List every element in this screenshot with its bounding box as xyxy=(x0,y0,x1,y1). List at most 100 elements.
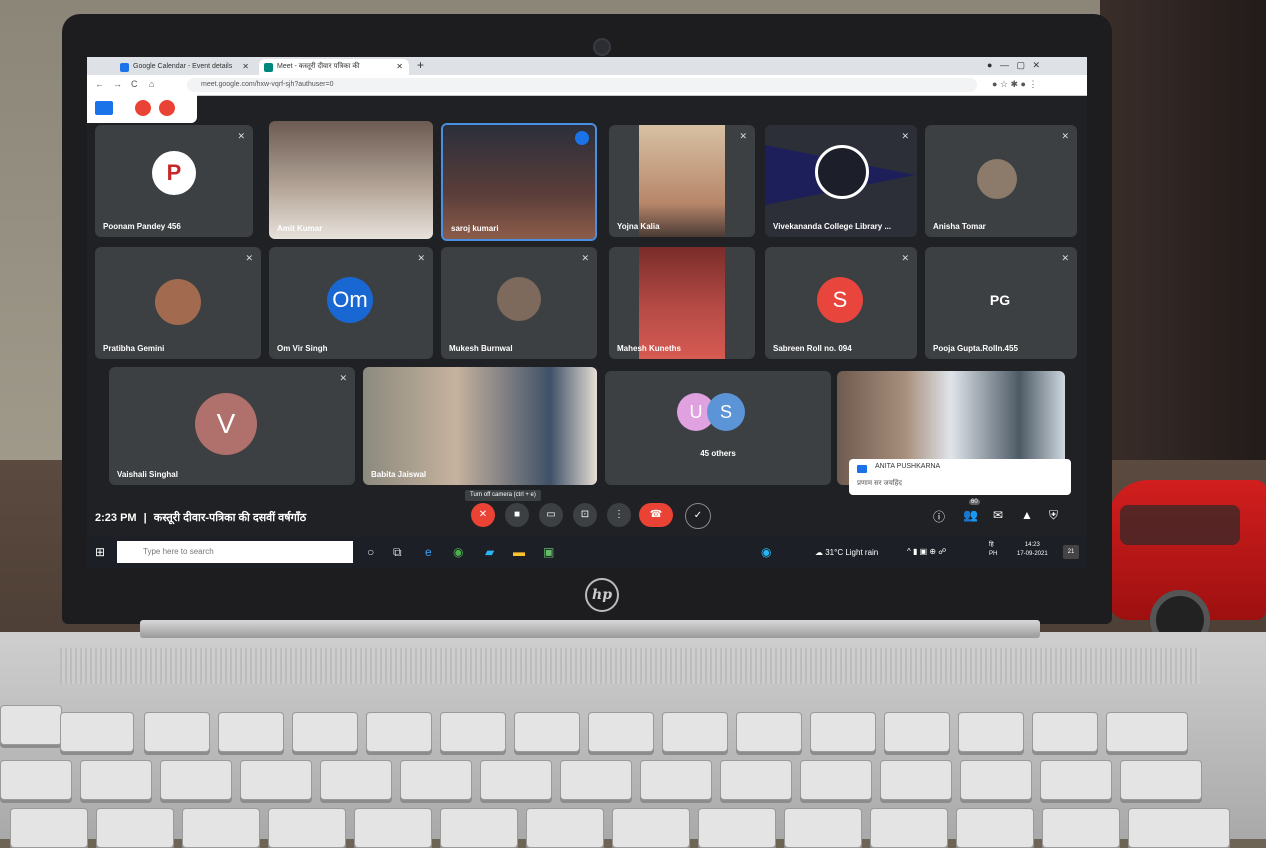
key xyxy=(560,760,632,800)
participant-tile[interactable]: Babita Jaiswal xyxy=(363,367,597,485)
background-wall xyxy=(1100,0,1266,500)
key xyxy=(640,760,712,800)
language-indicator[interactable]: हि PH xyxy=(989,541,997,559)
record-icon[interactable] xyxy=(135,100,151,116)
tab-label: Google Calendar - Event details xyxy=(133,63,233,70)
key xyxy=(1042,808,1120,848)
key xyxy=(720,760,792,800)
extensions-icon[interactable]: ● ☆ ✱ ● ⋮ xyxy=(992,79,1037,90)
stop-icon[interactable] xyxy=(159,100,175,116)
key xyxy=(1128,808,1230,848)
chat-icon[interactable]: ✉ xyxy=(993,508,1003,522)
participant-tile[interactable]: Amit Kumar xyxy=(269,121,433,239)
tab-label: Meet - कस्तूरी दीवार पत्रिका की xyxy=(277,63,360,70)
file-explorer-icon[interactable]: ▬ xyxy=(513,545,525,559)
host-controls-icon[interactable]: ⛨ xyxy=(1049,508,1058,523)
tab-google-calendar[interactable]: Google Calendar - Event details ✕ xyxy=(115,59,255,75)
key xyxy=(960,760,1032,800)
new-tab-button[interactable]: + xyxy=(417,58,424,72)
tray-app-icon[interactable]: ◉ xyxy=(761,545,771,559)
app-icon[interactable]: ▣ xyxy=(543,545,554,559)
participant-tile-speaking[interactable]: saroj kumari xyxy=(441,123,597,241)
participant-name: Sabreen Roll no. 094 xyxy=(773,344,852,353)
mic-off-icon: ✕ xyxy=(237,131,245,141)
clock[interactable]: 14:23 17-09-2021 xyxy=(1017,541,1048,559)
participant-tile[interactable]: Mahesh Kuneths xyxy=(609,247,755,359)
key xyxy=(354,808,432,848)
presenter-icon[interactable] xyxy=(95,101,113,115)
camera-button[interactable]: ■ xyxy=(505,503,529,527)
more-options-button[interactable]: ⋮ xyxy=(607,503,631,527)
others-tile[interactable]: U S 45 others xyxy=(605,371,831,485)
video-feed xyxy=(639,125,725,237)
participant-name: Om Vir Singh xyxy=(277,344,328,353)
notification-center-icon[interactable]: 21 xyxy=(1063,545,1079,559)
laptop-hinge xyxy=(140,620,1040,638)
key xyxy=(736,712,802,752)
key xyxy=(870,808,948,848)
mic-off-icon: ✕ xyxy=(417,253,425,263)
taskbar-search-input[interactable]: Type here to search xyxy=(117,541,353,563)
key xyxy=(884,712,950,752)
participant-tile[interactable]: S ✕ Sabreen Roll no. 094 xyxy=(765,247,917,359)
close-icon[interactable]: ✕ xyxy=(396,59,403,75)
participant-tile[interactable]: PG ✕ Pooja Gupta.Rolln.455 xyxy=(925,247,1077,359)
participant-tile[interactable]: ✕ Mukesh Burnwal xyxy=(441,247,597,359)
end-call-button[interactable]: ☎ xyxy=(639,503,673,527)
present-button[interactable]: ⊡ xyxy=(573,503,597,527)
chrome-icon[interactable]: ◉ xyxy=(453,545,463,559)
home-icon[interactable]: ⌂ xyxy=(149,79,154,89)
video-feed xyxy=(443,125,595,239)
mic-off-icon: ✕ xyxy=(739,131,747,141)
task-view-icon[interactable]: ⧉ xyxy=(393,545,402,560)
info-icon[interactable]: ⓘ xyxy=(933,508,945,525)
participant-tile[interactable]: ✕ Yojna Kalia xyxy=(609,125,755,237)
cortana-icon[interactable]: ○ xyxy=(367,545,374,559)
mic-off-button[interactable]: ✕ xyxy=(471,503,495,527)
participant-name: Poonam Pandey 456 xyxy=(103,222,181,231)
participant-name: Vaishali Singhal xyxy=(117,470,178,479)
key xyxy=(800,760,872,800)
participant-tile[interactable]: P ✕ Poonam Pandey 456 xyxy=(95,125,253,237)
back-icon[interactable]: ← xyxy=(95,79,104,89)
meet-icon xyxy=(264,63,273,72)
captions-button[interactable]: ▭ xyxy=(539,503,563,527)
mic-off-icon: ✕ xyxy=(901,253,909,263)
participant-tile[interactable]: ✕ Anisha Tomar xyxy=(925,125,1077,237)
chat-notification[interactable]: ANITA PUSHKARNA प्रणाम सर जयहिंद xyxy=(849,459,1071,495)
check-button[interactable]: ✓ xyxy=(685,503,711,529)
people-icon[interactable]: 👥 xyxy=(963,508,978,522)
weather-text: 31°C Light rain xyxy=(825,548,879,557)
edge-icon[interactable]: e xyxy=(425,545,432,559)
windows-start-icon[interactable]: ⊞ xyxy=(95,545,105,559)
search-placeholder: Type here to search xyxy=(143,547,214,556)
activities-icon[interactable]: ▲ xyxy=(1021,508,1033,522)
key xyxy=(160,760,232,800)
chat-sender: ANITA PUSHKARNA xyxy=(875,463,941,470)
participant-avatar xyxy=(155,279,201,325)
store-icon[interactable]: ▰ xyxy=(485,545,494,559)
key xyxy=(240,760,312,800)
forward-icon[interactable]: → xyxy=(113,79,122,89)
weather-widget[interactable]: ☁ 31°C Light rain xyxy=(815,548,878,557)
participant-tile[interactable]: Om ✕ Om Vir Singh xyxy=(269,247,433,359)
tray-icons[interactable]: ^ ▮ ▣ ⊕ ☍ xyxy=(907,547,946,556)
key xyxy=(0,760,72,800)
participant-tile[interactable]: V ✕ Vaishali Singhal xyxy=(109,367,355,485)
key xyxy=(96,808,174,848)
participant-avatar xyxy=(497,277,541,321)
key xyxy=(480,760,552,800)
key xyxy=(1106,712,1188,752)
participant-name: Pooja Gupta.Rolln.455 xyxy=(933,344,1018,353)
participant-tile[interactable]: ✕ Pratibha Gemini xyxy=(95,247,261,359)
url-bar[interactable]: meet.google.com/hxw-vqrf-sjh?authuser=0 xyxy=(187,78,977,92)
key xyxy=(880,760,952,800)
participant-avatar: V xyxy=(195,393,257,455)
close-icon[interactable]: ✕ xyxy=(242,59,249,75)
participant-tile[interactable]: ✕ Vivekananda College Library ... xyxy=(765,125,917,237)
calendar-icon xyxy=(120,63,129,72)
key xyxy=(514,712,580,752)
cloud-icon: ☁ xyxy=(815,548,823,557)
reload-icon[interactable]: C xyxy=(131,79,138,89)
tab-meet[interactable]: Meet - कस्तूरी दीवार पत्रिका की ✕ xyxy=(259,59,409,75)
